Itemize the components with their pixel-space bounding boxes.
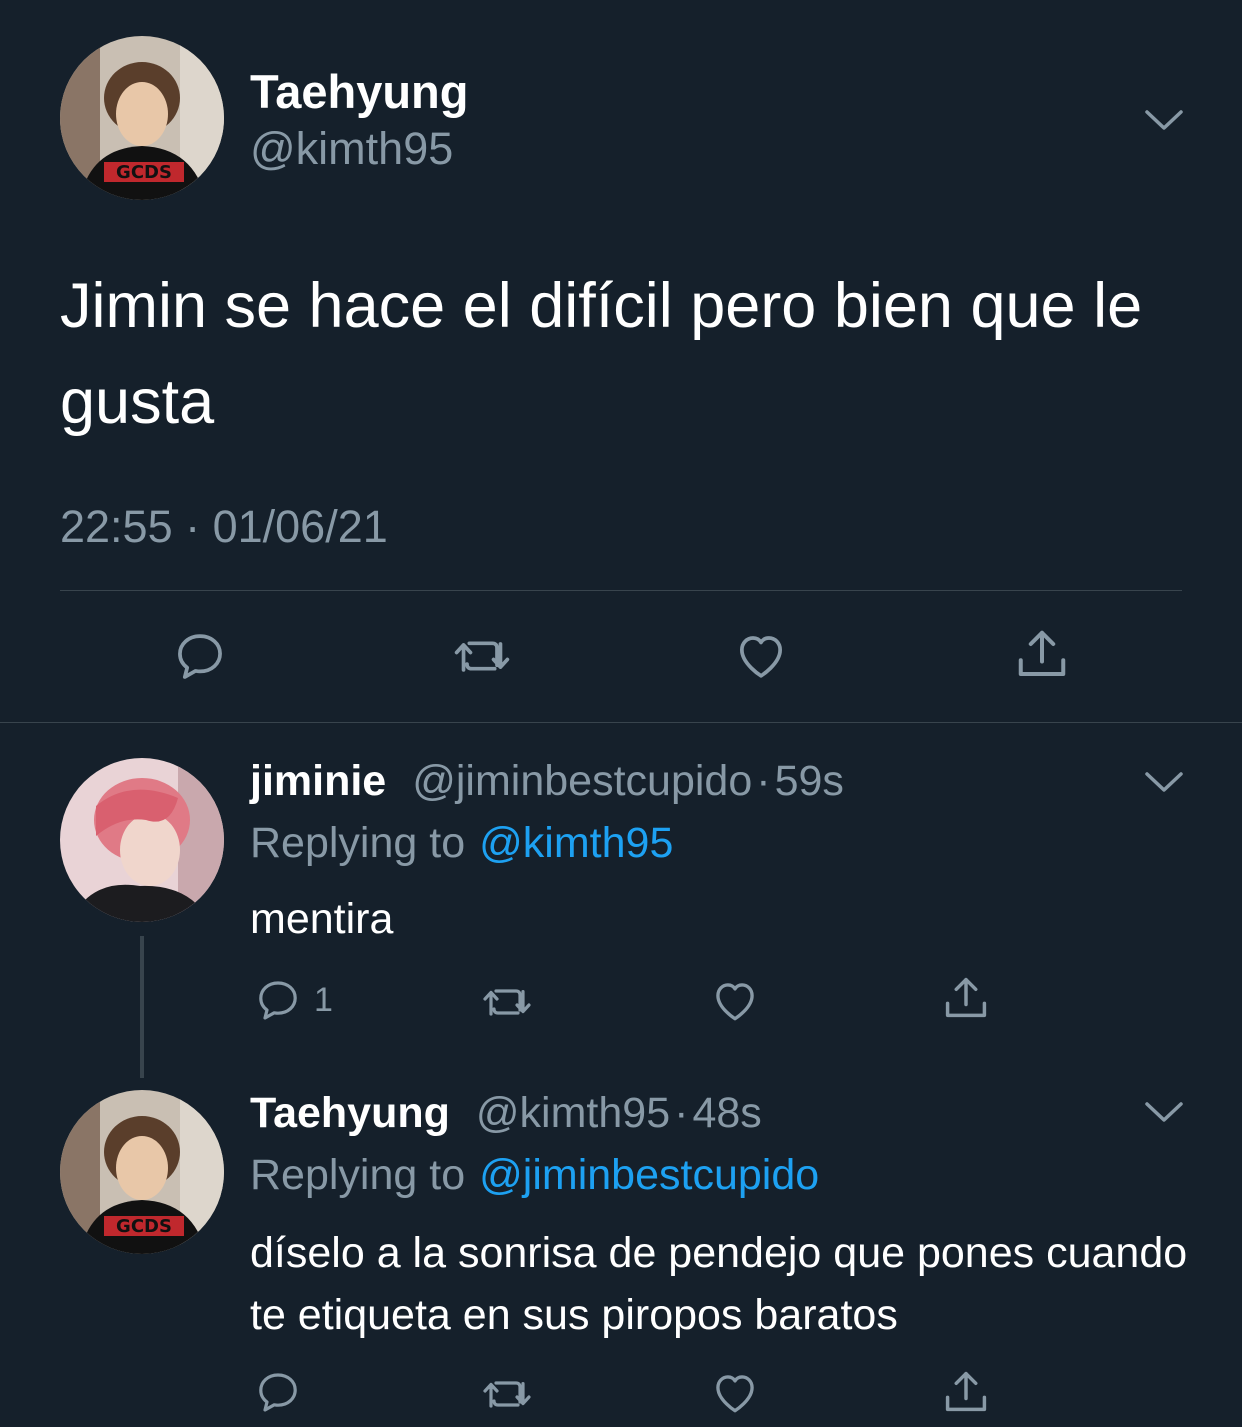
tweet-timestamp[interactable]: 22:55 · 01/06/21 — [60, 500, 388, 554]
reply-author-name[interactable]: Taehyung — [250, 1089, 450, 1137]
reply-count: 1 — [314, 981, 333, 1019]
reply-author-handle[interactable]: @kimth95 — [476, 1089, 670, 1137]
reply-text: díselo a la sonrisa de pendejo que pones… — [250, 1229, 1188, 1339]
retweet-button[interactable] — [480, 1370, 534, 1418]
share-icon — [945, 977, 987, 1018]
share-button[interactable] — [1012, 624, 1072, 684]
retweet-icon — [454, 641, 510, 672]
reply-header: Taehyung @kimth95·48s — [250, 1088, 762, 1138]
avatar-taehyung-image: GCDS — [60, 1090, 224, 1254]
replying-to-label: Replying to — [250, 819, 466, 867]
replying-to-mention[interactable]: @kimth95 — [479, 819, 673, 867]
separator-dot: · — [674, 1089, 689, 1137]
replying-to-line: Replying to @kimth95 — [250, 818, 673, 868]
reply-icon — [178, 634, 222, 679]
author-avatar[interactable]: GCDS — [60, 36, 224, 200]
reply-time[interactable]: 59s — [775, 757, 844, 805]
replying-to-line: Replying to @jiminbestcupido — [250, 1150, 819, 1200]
share-icon — [1018, 630, 1066, 676]
chevron-down-icon[interactable] — [1144, 770, 1184, 794]
retweet-button[interactable] — [452, 628, 512, 684]
reply-avatar[interactable] — [60, 758, 224, 922]
svg-text:GCDS: GCDS — [116, 1216, 172, 1237]
share-button[interactable] — [940, 1366, 992, 1418]
like-button[interactable] — [710, 1368, 760, 1418]
share-icon — [945, 1371, 987, 1412]
avatar-jiminie-image — [60, 758, 224, 922]
reply-author-name[interactable]: jiminie — [250, 757, 386, 805]
reply-author-handle[interactable]: @jiminbestcupido — [412, 757, 752, 805]
reply-avatar[interactable]: GCDS — [60, 1090, 224, 1254]
reply-button[interactable] — [254, 1368, 302, 1416]
retweet-icon — [483, 1381, 531, 1408]
replying-to-mention[interactable]: @jiminbestcupido — [479, 1151, 819, 1199]
author-handle[interactable]: @kimth95 — [250, 122, 453, 176]
reply-button[interactable] — [254, 976, 302, 1024]
chevron-down-icon[interactable] — [1144, 1100, 1184, 1124]
tweet-divider — [60, 590, 1182, 591]
tweet-text: Jimin se hace el difícil pero bien que l… — [60, 271, 1143, 437]
author-name[interactable]: Taehyung — [250, 64, 468, 120]
reply-time[interactable]: 48s — [692, 1089, 761, 1137]
separator-dot: · — [756, 757, 771, 805]
heart-icon — [740, 636, 782, 678]
thread-line — [140, 936, 144, 1078]
retweet-button[interactable] — [480, 978, 534, 1026]
reply-text: mentira — [250, 895, 394, 943]
reply-header: jiminie @jiminbestcupido·59s — [250, 756, 844, 806]
replying-to-label: Replying to — [250, 1151, 466, 1199]
heart-icon — [716, 1375, 754, 1413]
reply-button[interactable] — [172, 628, 228, 684]
like-button[interactable] — [732, 628, 790, 684]
retweet-icon — [483, 989, 531, 1016]
reply-icon — [259, 981, 297, 1020]
section-divider — [0, 722, 1242, 723]
svg-text:GCDS: GCDS — [116, 162, 172, 183]
heart-icon — [716, 983, 754, 1021]
share-button[interactable] — [940, 972, 992, 1024]
chevron-down-icon[interactable] — [1144, 108, 1184, 132]
reply-icon — [259, 1373, 297, 1412]
avatar-taehyung-image: GCDS — [60, 36, 224, 200]
like-button[interactable] — [710, 976, 760, 1026]
